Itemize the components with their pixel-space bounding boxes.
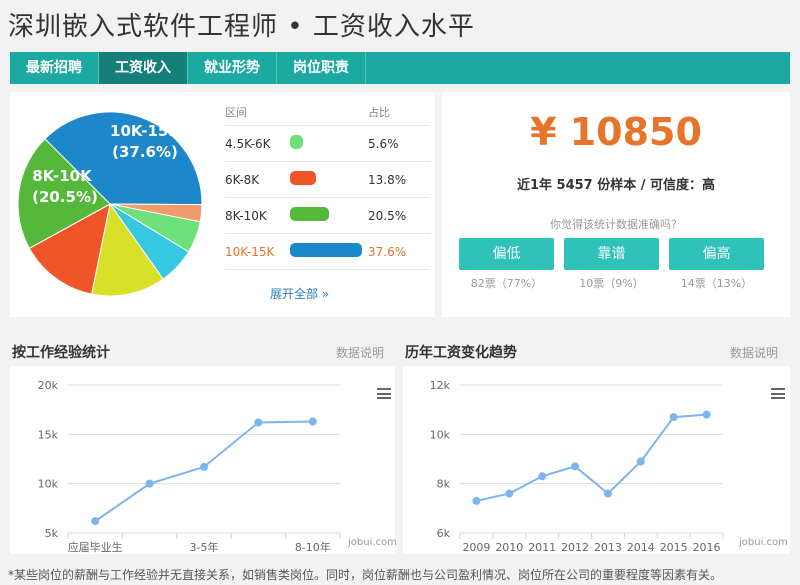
data-point[interactable] xyxy=(505,489,514,498)
table-row: 10K-15K 37.6% xyxy=(225,234,430,270)
sample-info: 近1年 5457 份样本 / 可信度：高 xyxy=(516,178,716,193)
vote-high-button[interactable]: 偏高 xyxy=(669,238,764,270)
y-tick-label: 12k xyxy=(430,379,451,392)
vote-low-button[interactable]: 偏低 xyxy=(459,238,554,270)
data-point[interactable] xyxy=(308,417,317,426)
tab-bar: 最新招聘 工资收入 就业形势 岗位职责 xyxy=(10,52,790,84)
share-bar xyxy=(290,135,303,149)
average-salary-panel: ¥ 10850 近1年 5457 份样本 / 可信度：高 你觉得该统计数据准确吗… xyxy=(442,92,790,317)
salary-pie-chart: 10K-15K (37.6%) 8K-10K (20.5%) xyxy=(17,111,203,297)
range-label: 8K-10K xyxy=(225,208,267,223)
series-line xyxy=(94,420,313,522)
trend-chart-box: 12k 10k 8k 6k 2009 2010 2011 2012 2013 2014 2015 20… xyxy=(403,366,790,554)
x-tick-label: 2016 xyxy=(693,541,721,554)
vote-low-count: 82票（77%） xyxy=(470,277,543,290)
share-bar xyxy=(290,171,317,185)
share-pct: 13.8% xyxy=(368,172,407,187)
share-pct: 5.6% xyxy=(368,136,399,151)
table-header: 区间 占比 xyxy=(225,100,430,126)
chart-watermark: jobui.com xyxy=(348,537,397,548)
x-tick-label: 2011 xyxy=(528,541,556,554)
y-tick-label: 10k xyxy=(38,478,59,491)
trend-chart-title: 历年工资变化趋势 xyxy=(405,345,517,361)
pie-slice-label: 8K-10K xyxy=(32,167,93,185)
x-tick-label: 2010 xyxy=(495,541,523,554)
y-tick-label: 15k xyxy=(38,428,59,441)
table-row: 4.5K-6K 5.6% xyxy=(225,126,430,162)
experience-line-chart: 20k 15k 10k 5k 应届毕业生 3-5年 8-10年 xyxy=(38,379,341,554)
vote-high-count: 14票（13%） xyxy=(680,277,753,290)
data-point[interactable] xyxy=(254,418,263,427)
chart-menu-icon[interactable] xyxy=(771,388,785,399)
x-tick-label: 2015 xyxy=(660,541,688,554)
data-point[interactable] xyxy=(145,479,154,488)
share-bar xyxy=(290,207,330,221)
header-pct: 占比 xyxy=(368,106,390,119)
expand-all-link[interactable]: 展开全部 » xyxy=(270,285,329,302)
experience-data-note-link[interactable]: 数据说明 xyxy=(336,344,384,361)
vote-accurate-count: 10票（9%） xyxy=(579,277,644,290)
experience-chart-title: 按工作经验统计 xyxy=(12,345,110,361)
share-pct: 20.5% xyxy=(368,208,407,223)
data-point[interactable] xyxy=(91,517,100,526)
page-title: 深圳嵌入式软件工程师 • 工资收入水平 xyxy=(8,12,475,42)
average-salary: ¥ 10850 xyxy=(530,110,702,154)
chart-watermark: jobui.com xyxy=(739,537,788,548)
distribution-table: 区间 占比 4.5K-6K 5.6% 6K-8K 13.8% 8K-10K 20… xyxy=(225,100,430,270)
y-tick-label: 20k xyxy=(38,379,59,392)
y-tick-label: 6k xyxy=(437,527,451,540)
table-row: 8K-10K 20.5% xyxy=(225,198,430,234)
accuracy-question: 你觉得该统计数据准确吗？ xyxy=(550,218,682,231)
x-tick-label: 2013 xyxy=(594,541,622,554)
x-tick-label: 2014 xyxy=(627,541,655,554)
vote-counts: 82票（77%） 10票（9%） 14票（13%） xyxy=(459,275,764,291)
vote-buttons: 偏低 靠谱 偏高 xyxy=(459,238,764,270)
y-tick-label: 8k xyxy=(437,478,451,491)
trend-data-note-link[interactable]: 数据说明 xyxy=(730,344,778,361)
data-point[interactable] xyxy=(702,410,711,419)
data-point[interactable] xyxy=(472,496,481,505)
trend-line-chart: 12k 10k 8k 6k 2009 2010 2011 2012 2013 2014 2015 20… xyxy=(430,379,724,554)
share-pct: 37.6% xyxy=(368,244,407,259)
chart-menu-icon[interactable] xyxy=(377,388,391,399)
table-row: 6K-8K 13.8% xyxy=(225,162,430,198)
vote-accurate-button[interactable]: 靠谱 xyxy=(564,238,659,270)
data-point[interactable] xyxy=(669,413,678,422)
range-label: 10K-15K xyxy=(225,244,275,259)
series-line xyxy=(476,413,707,502)
y-tick-label: 10k xyxy=(430,428,451,441)
range-label: 6K-8K xyxy=(225,172,260,187)
range-label: 4.5K-6K xyxy=(225,136,271,151)
x-tick-label: 应届毕业生 xyxy=(68,540,123,554)
x-tick-label: 2009 xyxy=(462,541,490,554)
tab-latest-jobs[interactable]: 最新招聘 xyxy=(10,52,99,84)
salary-distribution-panel: 10K-15K (37.6%) 8K-10K (20.5%) 区间 占比 4.5K-6… xyxy=(10,92,435,317)
x-tick-label: 2012 xyxy=(561,541,589,554)
data-point[interactable] xyxy=(636,457,645,466)
data-point[interactable] xyxy=(538,472,547,481)
data-point[interactable] xyxy=(200,462,208,471)
experience-chart-box: 20k 15k 10k 5k 应届毕业生 3-5年 8-10年 jobui.com xyxy=(10,366,397,554)
x-tick-label: 3-5年 xyxy=(190,540,219,554)
pie-slice-label: 10K-15K xyxy=(110,122,181,140)
pie-slice-label: (37.6%) xyxy=(112,143,178,161)
footnote: *某些岗位的薪酬与工作经验并无直接关系，如销售类岗位。同时，岗位薪酬也与公司盈利… xyxy=(8,568,723,582)
tab-employment[interactable]: 就业形势 xyxy=(188,52,277,84)
y-tick-label: 5k xyxy=(45,527,59,540)
x-tick-label: 8-10年 xyxy=(295,540,331,554)
tab-salary[interactable]: 工资收入 xyxy=(99,52,188,84)
share-bar xyxy=(290,243,362,257)
data-point[interactable] xyxy=(603,489,612,498)
header-range: 区间 xyxy=(225,106,247,119)
data-point[interactable] xyxy=(571,462,580,471)
tab-duties[interactable]: 岗位职责 xyxy=(277,52,366,84)
pie-slice-label: (20.5%) xyxy=(32,188,98,206)
